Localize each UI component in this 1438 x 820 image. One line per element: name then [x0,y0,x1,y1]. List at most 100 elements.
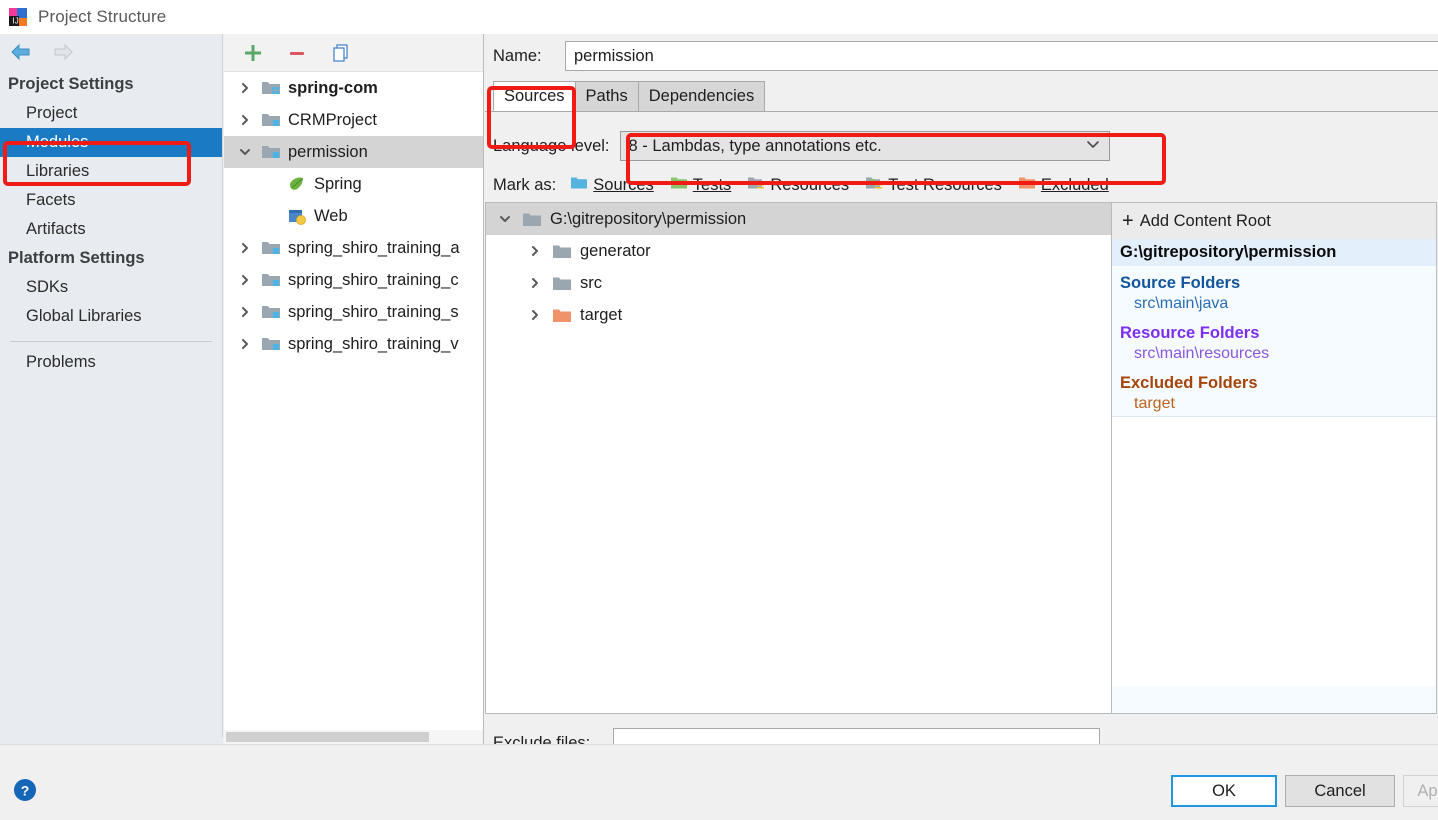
excluded-folder-value[interactable]: target [1112,393,1436,416]
module-tree-row-spring-facet[interactable]: Spring [224,168,483,200]
sidebar-bottom-filler [0,737,223,744]
module-tree-label: spring_shiro_training_c [288,270,459,289]
mark-as-test-resources-button[interactable]: Test Resources [865,175,1002,196]
module-icon [258,111,284,129]
mark-as-label: Mark as: [493,175,557,194]
chevron-right-icon[interactable] [522,244,548,258]
sidebar-item-libraries[interactable]: Libraries [0,157,222,186]
mark-as-tests-label: Tests [692,175,732,194]
ok-button[interactable]: OK [1171,775,1277,807]
language-level-combo[interactable]: 8 - Lambdas, type annotations etc. [619,131,1110,161]
module-tree-label: CRMProject [288,110,377,129]
plus-icon: + [1122,210,1134,232]
module-tree-row-web-facet[interactable]: Web [224,200,483,232]
mark-as-sources-label: Sources [593,175,654,194]
module-tree-row-spring-shiro-training-a[interactable]: spring_shiro_training_a [224,232,483,264]
mark-as-tests-button[interactable]: Tests [670,175,732,196]
help-icon[interactable]: ? [12,777,38,803]
module-tree-label: spring_shiro_training_v [288,334,459,353]
intellij-idea-logo-icon: IJ [8,7,28,27]
sidebar-item-global-libraries[interactable]: Global Libraries [0,302,222,331]
mark-as-excluded-button[interactable]: Excluded [1018,175,1109,196]
file-tree-row-src[interactable]: src [486,267,1111,299]
chevron-right-icon[interactable] [232,114,258,126]
modules-tree: spring-com CRMProject permission Spring … [224,72,483,360]
folder-icon [548,275,576,292]
sidebar-item-problems[interactable]: Problems [0,348,222,377]
chevron-right-icon[interactable] [232,306,258,318]
add-content-root-button[interactable]: + Add Content Root [1112,203,1436,239]
mark-as-row: Mark as: Sources Tests Resources Test Re… [485,168,1438,202]
sidebar-item-project[interactable]: Project [0,99,222,128]
chevron-down-icon[interactable] [232,146,258,158]
content-root-file-tree: G:\gitrepository\permission generator sr… [485,202,1111,714]
cancel-button[interactable]: Cancel [1285,775,1395,807]
arrow-left-icon[interactable] [8,41,34,63]
module-tree-label: Web [314,206,348,225]
title-bar: IJ Project Structure [0,0,1438,34]
mark-as-resources-button[interactable]: Resources [747,175,849,196]
tabs-spacer [485,112,1438,124]
sidebar-item-modules[interactable]: Modules [0,128,222,157]
chevron-right-icon[interactable] [522,276,548,290]
file-tree-label: src [580,273,602,292]
sidebar-item-artifacts[interactable]: Artifacts [0,215,222,244]
svg-text:IJ: IJ [13,17,19,26]
chevron-right-icon[interactable] [232,274,258,286]
chevron-down-icon[interactable] [492,212,518,226]
project-structure-dialog: IJ Project Structure Project Settings Pr… [0,0,1438,820]
tab-dependencies[interactable]: Dependencies [637,81,766,111]
module-icon [258,303,284,321]
modules-horizontal-scrollbar[interactable] [224,730,483,744]
chevron-right-icon[interactable] [232,338,258,350]
settings-sidebar: Project Settings Project Modules Librari… [0,34,223,744]
mark-as-resources-label: Resources [770,175,850,194]
tab-paths[interactable]: Paths [574,81,639,111]
mark-as-test-resources-label: Test Resources [888,175,1002,194]
module-tree-row-permission[interactable]: permission [224,136,483,168]
copy-icon[interactable] [328,40,354,66]
add-module-button[interactable] [240,40,266,66]
resource-folder-value[interactable]: src\main\resources [1112,343,1436,366]
sidebar-item-facets[interactable]: Facets [0,186,222,215]
chevron-down-icon [1085,136,1101,157]
module-tree-label: spring_shiro_training_s [288,302,459,321]
file-tree-row-generator[interactable]: generator [486,235,1111,267]
file-tree-row-root[interactable]: G:\gitrepository\permission [486,203,1111,235]
module-tree-label: spring-com [288,78,378,97]
module-tree-row-spring-com[interactable]: spring-com [224,72,483,104]
module-tree-row-spring-shiro-training-v[interactable]: spring_shiro_training_v [224,328,483,360]
module-tree-row-spring-shiro-training-s[interactable]: spring_shiro_training_s [224,296,483,328]
tab-sources[interactable]: Sources [493,81,576,111]
folder-tests-icon [670,175,688,196]
remove-module-button[interactable] [284,40,310,66]
file-tree-label: target [580,305,623,324]
content-root-path[interactable]: G:\gitrepository\permission [1112,239,1436,266]
sidebar-nav-arrows [0,34,222,70]
folder-icon [518,211,546,228]
folder-resources-icon [747,175,765,196]
module-tree-row-spring-shiro-training-c[interactable]: spring_shiro_training_c [224,264,483,296]
language-level-row: Language level: 8 - Lambdas, type annota… [485,124,1438,168]
sidebar-item-sdks[interactable]: SDKs [0,273,222,302]
content-root-details-panel: + Add Content Root G:\gitrepository\perm… [1111,202,1437,714]
mark-as-sources-button[interactable]: Sources [570,175,654,196]
module-name-row: Name: permission [485,34,1438,78]
editor-tabs: Sources Paths Dependencies [485,78,1438,112]
chevron-right-icon[interactable] [522,308,548,322]
folder-sources-icon [570,175,588,196]
file-tree-row-target[interactable]: target [486,299,1111,331]
add-content-root-label: Add Content Root [1139,211,1271,230]
resource-folders-heading: Resource Folders [1120,324,1260,342]
module-tree-label: Spring [314,174,362,193]
folder-test-resources-icon [865,175,883,196]
source-folder-value[interactable]: src\main\java [1112,293,1436,316]
excluded-folders-heading: Excluded Folders [1120,374,1258,392]
scrollbar-thumb[interactable] [226,732,429,742]
content-split: G:\gitrepository\permission generator sr… [485,202,1438,714]
chevron-right-icon[interactable] [232,242,258,254]
module-tree-row-crmproject[interactable]: CRMProject [224,104,483,136]
apply-button[interactable]: Apply [1403,775,1438,807]
module-name-input[interactable]: permission [565,41,1438,71]
chevron-right-icon[interactable] [232,82,258,94]
